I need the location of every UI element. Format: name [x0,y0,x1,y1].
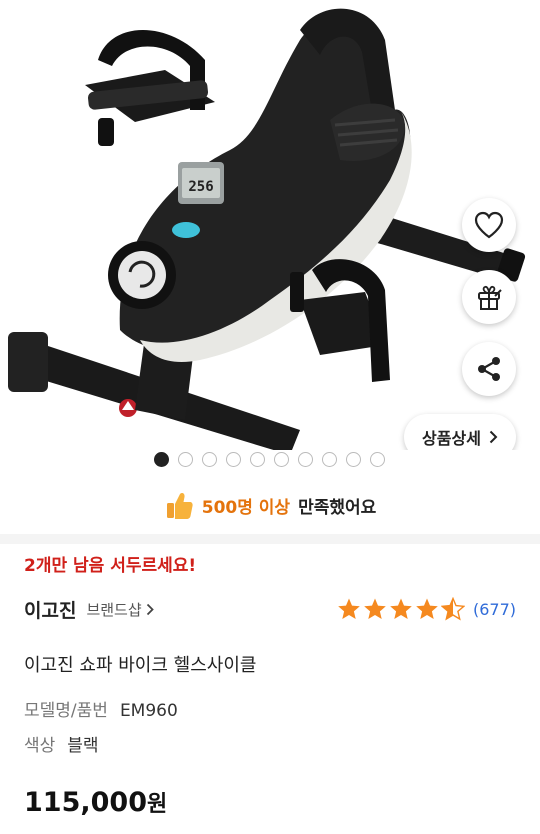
chevron-right-icon [146,603,154,615]
color-value: 블랙 [67,736,99,756]
price-value: 115,000 [24,787,147,818]
star-half-icon [440,597,465,621]
brand-shop-label: 브랜드샵 [86,600,142,619]
review-count[interactable]: (677) [473,600,516,619]
gift-button[interactable] [462,270,516,324]
gallery-dot[interactable] [274,452,289,467]
model-row: 모델명/품번 EM960 [24,696,178,721]
gallery-dot[interactable] [322,452,337,467]
color-label: 색상 [24,736,56,756]
product-image: 256 [8,8,526,450]
satisfaction-banner: 500명 이상 만족했어요 [0,488,540,522]
rating[interactable]: (677) [337,597,516,621]
thumbs-up-icon [166,493,193,519]
product-detail-label: 상품상세 [422,429,481,448]
satisfaction-text: 만족했어요 [298,497,377,518]
gallery-dot[interactable] [250,452,265,467]
gallery-dot[interactable] [202,452,217,467]
svg-text:256: 256 [188,179,213,195]
brand-shop-link[interactable]: 브랜드샵 [86,599,154,620]
heart-icon [474,211,504,239]
share-button[interactable] [462,342,516,396]
gallery-dot[interactable] [178,452,193,467]
gallery-pagination [154,452,385,467]
price: 115,000원 [24,786,167,818]
section-divider [0,534,540,544]
satisfaction-count: 500명 이상 [201,497,291,518]
stock-alert: 2개만 남음 서두르세요! [24,556,197,576]
product-detail-button[interactable]: 상품상세 [404,414,516,450]
brand-row: 이고진 브랜드샵 (677) [24,595,516,623]
star-icon [416,598,438,619]
model-value: EM960 [119,701,178,721]
gallery-dot[interactable] [298,452,313,467]
star-icon [364,598,386,619]
share-icon [478,357,500,381]
star-icon [390,598,412,619]
gallery-dot[interactable] [154,452,169,467]
gallery-dot[interactable] [346,452,361,467]
gallery-dot[interactable] [370,452,385,467]
color-row: 색상 블랙 [24,731,99,756]
product-title: 이고진 쇼파 바이크 헬스사이클 [24,655,257,676]
product-image-gallery[interactable]: 256 상품상세 [0,0,540,450]
star-icon [338,598,360,619]
wishlist-button[interactable] [462,198,516,252]
price-unit: 원 [146,792,168,817]
model-label: 모델명/품번 [24,701,108,721]
gallery-dot[interactable] [226,452,241,467]
chevron-right-icon [489,430,498,444]
brand-name[interactable]: 이고진 [24,596,76,623]
gift-icon [478,285,502,310]
